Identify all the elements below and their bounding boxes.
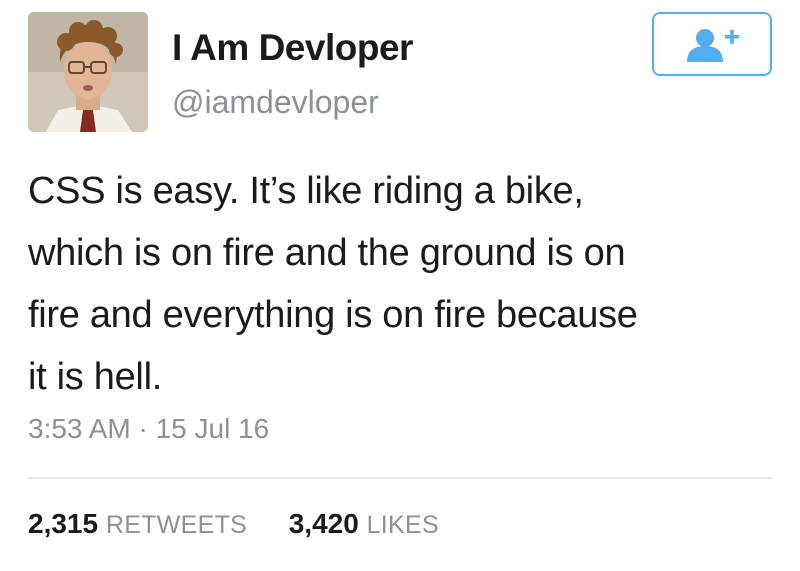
user-handle[interactable]: @iamdevloper [172,84,379,121]
tweet-text-line: it is hell. [28,356,162,398]
tweet-card: I Am Devloper @iamdevloper CSS is easy. … [0,0,800,571]
retweets-stat[interactable]: 2,315 RETWEETS [28,508,255,539]
add-user-icon [687,29,739,62]
likes-label: LIKES [366,511,439,539]
tweet-text-line: which is on fire and the ground is on [28,232,626,274]
divider [28,477,772,479]
retweets-label: RETWEETS [105,511,248,539]
tweet-text-line: fire and everything is on fire because [28,294,638,336]
likes-count: 3,420 [288,508,359,539]
tweet-text: CSS is easy. It’s like riding a bike, wh… [28,160,768,408]
user-display-name[interactable]: I Am Devloper [172,27,413,69]
follow-button[interactable] [652,12,772,76]
avatar-portrait-icon [28,12,148,132]
tweet-text-line: CSS is easy. It’s like riding a bike, [28,170,584,212]
user-avatar[interactable] [28,12,148,132]
tweet-timestamp[interactable]: 3:53 AM · 15 Jul 16 [28,413,269,445]
retweets-count: 2,315 [28,508,99,539]
tweet-stats: 2,315 RETWEETS 3,420 LIKES [28,508,439,540]
likes-stat[interactable]: 3,420 LIKES [289,508,439,539]
